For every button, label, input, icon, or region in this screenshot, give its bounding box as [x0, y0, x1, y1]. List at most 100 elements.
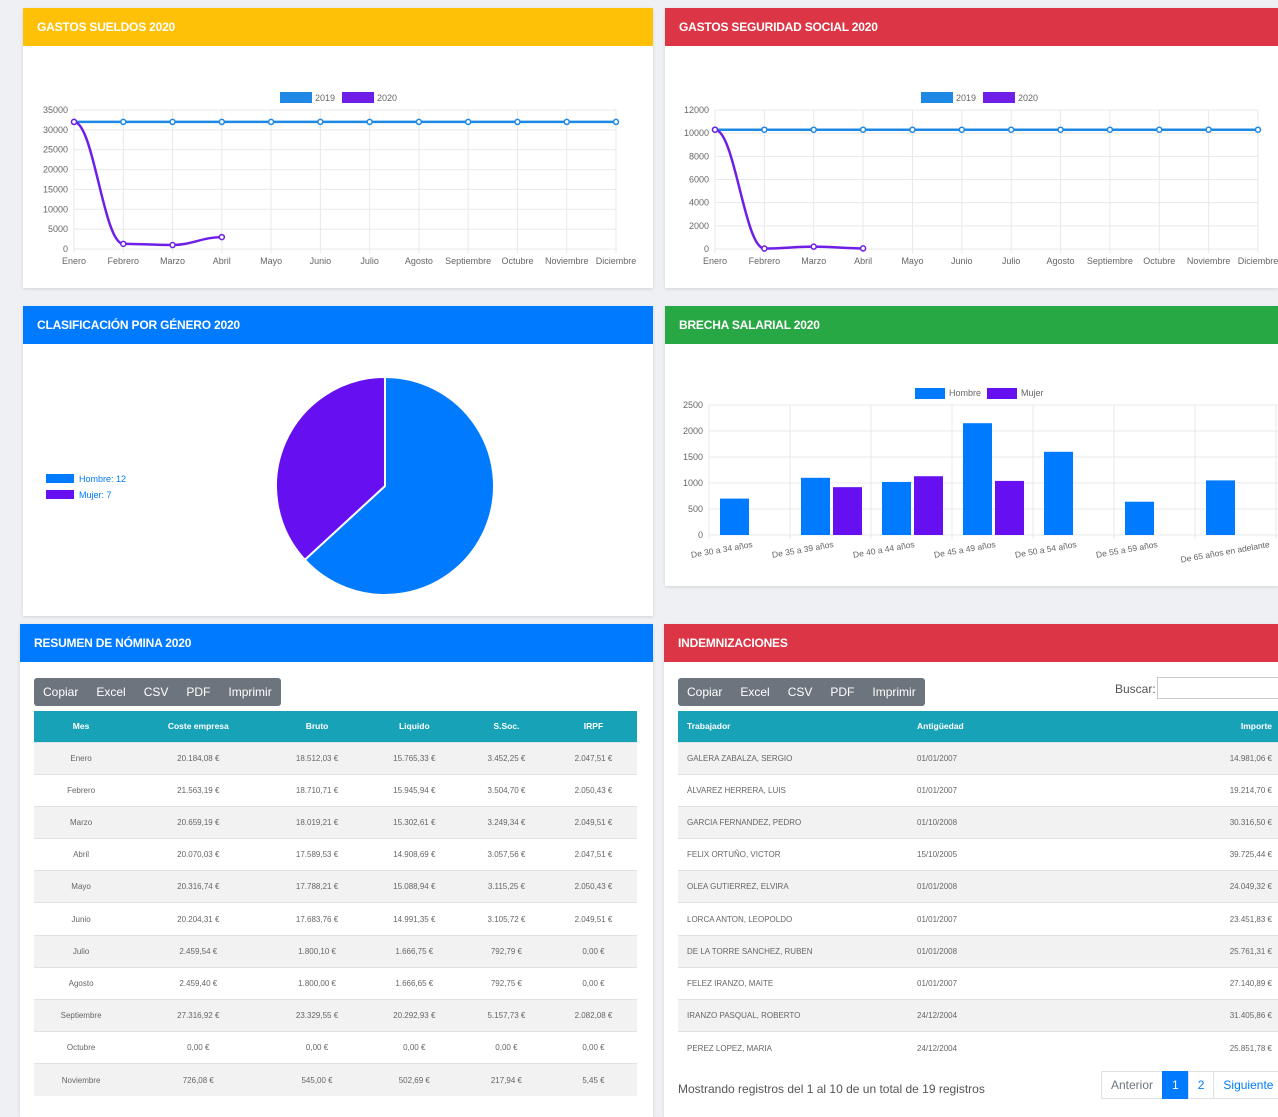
x-tick-label: Octubre — [501, 256, 533, 266]
y-tick-label: 8000 — [689, 151, 709, 161]
table-info: Mostrando registros del 1 al 10 de un to… — [678, 1082, 985, 1096]
table-row: IRANZO PASQUAL, ROBERTO 24/12/2004 31.405,… — [678, 998, 1278, 1032]
column-header[interactable]: IRPF — [549, 711, 637, 742]
pagination-page[interactable]: 2 — [1187, 1071, 1215, 1099]
x-tick-label: De 45 a 49 años — [933, 539, 996, 560]
table-cell: 1.800,00 € — [268, 966, 366, 1000]
pdf-button[interactable]: PDF — [177, 678, 219, 706]
x-tick-label: Noviembre — [1187, 256, 1231, 266]
pagination-prev[interactable]: Anterior — [1101, 1071, 1164, 1099]
csv-button[interactable]: CSV — [779, 678, 822, 706]
data-point — [317, 118, 324, 126]
y-tick-label: 15000 — [43, 184, 68, 194]
y-tick-label: 12000 — [684, 105, 709, 115]
table-cell: 23.329,55 € — [268, 998, 366, 1032]
excel-button[interactable]: Excel — [87, 678, 134, 706]
table-cell: 792,75 € — [462, 966, 550, 1000]
bar-Hombre — [1206, 480, 1235, 535]
table-cell: LORCA ANTON, LEOPOLDO — [678, 902, 908, 936]
table-cell: 15/10/2005 — [908, 838, 1208, 871]
y-tick-label: 0 — [63, 244, 68, 254]
table-cell: 3.105,72 € — [462, 902, 550, 936]
search-input[interactable] — [1157, 677, 1278, 699]
x-tick-label: Noviembre — [545, 256, 589, 266]
table-cell: 24/12/2004 — [908, 998, 1208, 1032]
table-cell: 14.991,35 € — [365, 902, 463, 936]
copy-button[interactable]: Copiar — [34, 678, 87, 706]
table-cell: 2.049,51 € — [549, 805, 637, 839]
excel-button[interactable]: Excel — [731, 678, 778, 706]
card-genero: CLASIFICACIÓN POR GÉNERO 2020 Hombre: 12… — [23, 306, 653, 616]
series-line-2020 — [73, 120, 222, 247]
print-button[interactable]: Imprimir — [863, 678, 924, 706]
table-cell: 18.019,21 € — [268, 805, 366, 839]
chart-legend: Hombre: 12 Mujer: 7 — [46, 474, 126, 500]
table-row: FELEZ IRANZO, MAITE 01/01/2007 27.140,89 € — [678, 966, 1278, 1000]
data-point — [1106, 126, 1114, 133]
sueldos-line-chart: 2019 2020 0 5000 10000 15000 20000 25000 30000 35… — [43, 92, 637, 266]
card-title: GASTOS SUELDOS 2020 — [23, 8, 653, 46]
table-cell: 15.088,94 € — [365, 870, 463, 903]
y-tick-label: 10000 — [684, 128, 709, 138]
table-cell: 3.452,25 € — [462, 741, 550, 775]
legend-label: Mujer — [1021, 388, 1044, 398]
data-point — [514, 118, 521, 126]
search-label: Buscar: — [1115, 682, 1156, 696]
table-cell: 01/01/2007 — [908, 741, 1208, 775]
ssocial-line-chart: 2019 2020 0 2000 4000 6000 8000 10000 12000 Enero… — [684, 92, 1278, 266]
column-header[interactable]: Trabajador — [678, 711, 908, 742]
bar-Hombre — [882, 481, 911, 535]
nomina-table: Mes Coste empresa Bruto Liquido S.Soc. IRPF E… — [34, 711, 637, 1097]
table-cell: 19.214,70 € — [1208, 773, 1278, 807]
legend-label: Mujer: 7 — [79, 490, 112, 500]
export-buttons: Copiar Excel CSV PDF Imprimir — [678, 678, 925, 706]
column-header[interactable]: Mes — [34, 711, 129, 742]
pdf-button[interactable]: PDF — [821, 678, 863, 706]
table-cell: Agosto — [34, 966, 129, 1000]
table-cell: 30.316,50 € — [1208, 805, 1278, 839]
data-point — [859, 245, 867, 252]
table-cell: 20.292,93 € — [365, 998, 463, 1032]
print-button[interactable]: Imprimir — [219, 678, 280, 706]
csv-button[interactable]: CSV — [135, 678, 178, 706]
table-cell: GALERA ZABALZA, SERGIO — [678, 741, 908, 775]
table-cell: 5,45 € — [549, 1063, 637, 1097]
table-row: GALERA ZABALZA, SERGIO 01/01/2007 14.981,0… — [678, 741, 1278, 775]
card-title: CLASIFICACIÓN POR GÉNERO 2020 — [23, 306, 653, 344]
x-tick-label: Diciembre — [596, 256, 637, 266]
table-cell: Abril — [34, 838, 129, 871]
copy-button[interactable]: Copiar — [678, 678, 731, 706]
table-cell: 217,94 € — [462, 1063, 550, 1097]
pagination-page[interactable]: 1 — [1162, 1071, 1189, 1099]
table-row: Mayo 20.316,74 €17.788,21 €15.088,94 €3.1… — [34, 870, 637, 903]
data-point — [761, 245, 768, 252]
table-row: Julio 2.459,54 €1.800,10 €1.666,75 €792,7… — [34, 934, 637, 968]
table-cell: 5.157,73 € — [462, 998, 550, 1032]
column-header[interactable]: Bruto — [268, 711, 366, 742]
data-point — [120, 118, 127, 126]
column-header[interactable]: S.Soc. — [462, 711, 550, 742]
table-cell: Julio — [34, 934, 129, 968]
x-tick-label: Septiembre — [1087, 256, 1133, 266]
column-header[interactable]: Liquido — [365, 711, 463, 742]
legend-swatch — [915, 388, 945, 399]
column-header[interactable]: Importe — [1208, 711, 1278, 742]
data-point — [366, 118, 373, 126]
y-tick-label: 5000 — [48, 224, 68, 234]
x-tick-label: De 55 a 59 años — [1095, 539, 1158, 560]
bar-Hombre — [963, 423, 992, 535]
column-header[interactable]: Antigüedad — [908, 711, 1208, 742]
y-tick-label: 6000 — [689, 175, 709, 185]
data-point — [1156, 126, 1163, 133]
data-point — [563, 118, 570, 126]
table-cell: 25.851,78 € — [1208, 1031, 1278, 1064]
indemnizaciones-table: Trabajador Antigüedad Importe GALERA ZABAL… — [678, 711, 1278, 1064]
x-tick-label: Julio — [360, 256, 379, 266]
table-cell: 17.589,53 € — [268, 838, 366, 871]
table-cell: IRANZO PASQUAL, ROBERTO — [678, 998, 908, 1032]
pagination-next[interactable]: Siguiente — [1213, 1071, 1278, 1099]
data-point — [958, 126, 966, 133]
table-cell: PEREZ LOPEZ, MARIA — [678, 1031, 908, 1064]
column-header[interactable]: Coste empresa — [128, 711, 269, 742]
y-tick-label: 4000 — [689, 198, 709, 208]
